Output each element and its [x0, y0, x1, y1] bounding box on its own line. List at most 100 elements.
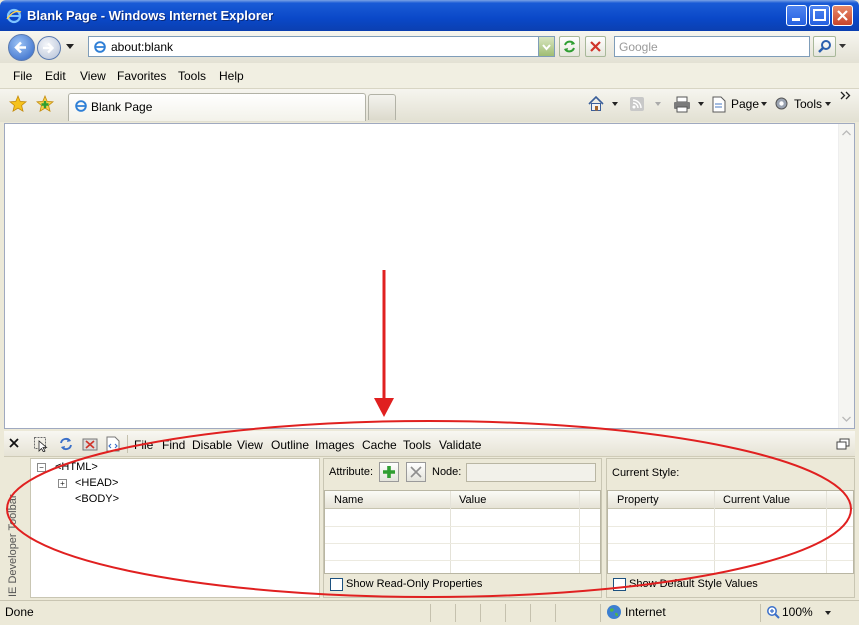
devtools-menu-validate[interactable]: Validate	[439, 438, 481, 452]
zoom-dropdown-icon	[825, 611, 831, 615]
devtools-menu-cache[interactable]: Cache	[362, 438, 397, 452]
current-style-label: Current Style:	[612, 467, 680, 479]
favorites-star-icon[interactable]	[9, 95, 27, 113]
tree-node-html[interactable]: <HTML>	[55, 461, 98, 473]
style-grid[interactable]: Property Current Value	[607, 490, 854, 574]
undock-icon[interactable]	[836, 438, 850, 450]
select-element-icon[interactable]	[33, 436, 49, 452]
devtools-menu-view[interactable]: View	[237, 438, 263, 452]
tools-dropdown-icon	[825, 102, 831, 106]
close-button[interactable]	[832, 5, 853, 26]
toolbar-separator	[127, 435, 128, 453]
tools-menu-label: Tools	[794, 97, 823, 111]
menu-tools[interactable]: Tools	[178, 69, 206, 83]
expand-head-icon[interactable]: +	[58, 479, 67, 488]
search-button[interactable]	[813, 36, 836, 57]
stop-button[interactable]	[585, 36, 606, 57]
menu-edit[interactable]: Edit	[45, 69, 66, 83]
col-name[interactable]: Name	[334, 494, 363, 506]
tree-node-head[interactable]: <HEAD>	[75, 477, 118, 489]
attribute-label: Attribute:	[329, 466, 374, 478]
ie-developer-toolbar-label: IE Developer Toolbar	[7, 494, 19, 597]
remove-icon	[410, 466, 422, 478]
address-text[interactable]: about:blank	[111, 40, 173, 54]
devtools-menu-file[interactable]: File	[134, 438, 153, 452]
attribute-panel: Attribute: Node: Name Value Show Read-On…	[323, 458, 602, 598]
refresh-button[interactable]	[559, 36, 580, 57]
back-button[interactable]	[8, 34, 35, 61]
print-icon[interactable]	[673, 95, 691, 113]
devtools-menu-find[interactable]: Find	[162, 438, 185, 452]
show-readonly-checkbox[interactable]	[330, 578, 343, 591]
zoom-level: 100%	[782, 605, 813, 619]
home-icon[interactable]	[587, 95, 605, 113]
clear-outline-icon[interactable]	[82, 436, 98, 452]
search-options-dropdown-icon[interactable]	[839, 44, 847, 50]
tab-blank-page[interactable]: Blank Page	[68, 93, 366, 121]
attribute-grid[interactable]: Name Value	[324, 490, 601, 574]
col-value[interactable]: Value	[459, 494, 486, 506]
node-label: Node:	[432, 466, 462, 478]
page-icon	[712, 96, 726, 113]
show-default-label: Show Default Style Values	[629, 578, 758, 590]
style-panel: Current Style: Property Current Value Sh…	[606, 458, 855, 598]
feeds-icon[interactable]	[629, 96, 645, 112]
home-dropdown-icon[interactable]	[612, 102, 619, 107]
chevron-more-icon[interactable]	[840, 91, 852, 100]
search-box[interactable]: Google	[614, 36, 810, 57]
dom-tree-pane[interactable]: − <HTML> + <HEAD> <BODY>	[30, 458, 320, 598]
zoom-control[interactable]: 100%	[765, 603, 835, 623]
stop-icon	[590, 41, 601, 52]
devtools-menu-outline[interactable]: Outline	[271, 438, 309, 452]
forward-button[interactable]	[37, 36, 61, 60]
ie-logo-icon	[6, 8, 22, 24]
show-readonly-label: Show Read-Only Properties	[346, 578, 483, 590]
devtools-menu-tools[interactable]: Tools	[403, 438, 431, 452]
status-text: Done	[5, 605, 34, 619]
refresh-icon	[564, 40, 575, 53]
tab-label: Blank Page	[91, 100, 153, 114]
tab-ie-icon	[75, 100, 87, 112]
plus-icon	[383, 466, 395, 478]
page-ie-icon	[93, 40, 107, 54]
developer-toolbar-menubar: File Find Disable View Outline Images Ca…	[4, 431, 855, 457]
tree-node-body[interactable]: <BODY>	[75, 493, 119, 505]
col-current-value[interactable]: Current Value	[723, 494, 790, 506]
refresh-tree-icon[interactable]	[58, 436, 74, 452]
show-default-checkbox[interactable]	[613, 578, 626, 591]
devtools-menu-disable[interactable]: Disable	[192, 438, 232, 452]
page-menu-label: Page	[731, 97, 760, 111]
maximize-button[interactable]	[809, 5, 830, 26]
menu-file[interactable]: File	[13, 69, 32, 83]
minimize-button[interactable]	[786, 5, 807, 26]
scroll-up-icon[interactable]	[842, 130, 851, 136]
new-tab-button[interactable]	[368, 94, 396, 120]
add-attribute-button[interactable]	[379, 462, 399, 482]
feeds-dropdown-icon[interactable]	[655, 102, 662, 107]
page-menu-button[interactable]: Page	[711, 96, 769, 114]
menu-help[interactable]: Help	[219, 69, 244, 83]
node-input[interactable]	[466, 463, 596, 482]
recent-pages-dropdown-icon[interactable]	[66, 44, 75, 50]
remove-attribute-button[interactable]	[406, 462, 426, 482]
window-title: Blank Page - Windows Internet Explorer	[27, 8, 274, 23]
vertical-scrollbar[interactable]	[838, 124, 854, 428]
add-favorites-icon[interactable]	[36, 95, 54, 113]
close-devtools-icon[interactable]	[9, 438, 19, 448]
page-content-area[interactable]	[4, 123, 855, 429]
search-placeholder: Google	[619, 40, 658, 54]
menu-favorites[interactable]: Favorites	[117, 69, 166, 83]
view-source-icon[interactable]	[106, 436, 120, 452]
address-bar[interactable]: about:blank	[88, 36, 555, 57]
print-dropdown-icon[interactable]	[698, 102, 705, 107]
collapse-html-icon[interactable]: −	[37, 463, 46, 472]
col-property[interactable]: Property	[617, 494, 659, 506]
gear-icon	[775, 97, 788, 110]
scroll-down-icon[interactable]	[842, 416, 851, 422]
menu-view[interactable]: View	[80, 69, 106, 83]
devtools-menu-images[interactable]: Images	[315, 438, 354, 452]
attribute-grid-header: Name Value	[325, 491, 600, 509]
tools-menu-button[interactable]: Tools	[773, 95, 833, 113]
forward-arrow-icon	[43, 42, 55, 54]
address-dropdown-button[interactable]	[538, 37, 554, 56]
